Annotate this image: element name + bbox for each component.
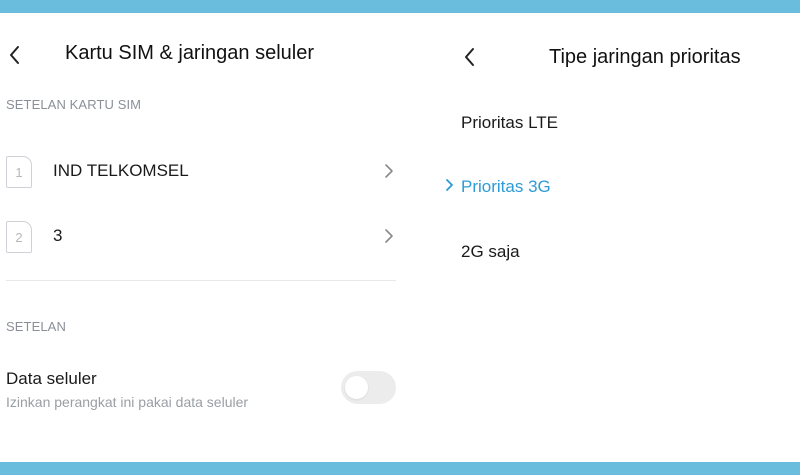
option-lte[interactable]: Prioritas LTE xyxy=(461,113,558,133)
toggle-knob xyxy=(345,376,368,399)
option-3g[interactable]: Prioritas 3G xyxy=(461,177,551,197)
back-button[interactable] xyxy=(457,42,481,72)
sim-name: IND TELKOMSEL xyxy=(53,161,189,180)
chevron-right-icon xyxy=(385,164,393,178)
sim-row-2[interactable]: 2 3 xyxy=(0,211,400,261)
chevron-right-icon xyxy=(446,179,453,191)
network-type-screen: Tipe jaringan prioritas Prioritas LTE Pr… xyxy=(400,13,800,462)
sim-settings-screen: Kartu SIM & jaringan seluler SETELAN KAR… xyxy=(0,13,400,462)
sim-row-1[interactable]: 1 IND TELKOMSEL xyxy=(0,146,400,196)
mobile-data-title: Data seluler xyxy=(6,369,97,388)
settings-section-header: SETELAN xyxy=(6,319,66,334)
mobile-data-subtitle: Izinkan perangkat ini pakai data seluler xyxy=(6,394,249,410)
page-title: Kartu SIM & jaringan seluler xyxy=(65,42,315,64)
option-2g[interactable]: 2G saja xyxy=(461,242,520,262)
sim-slot-icon: 1 xyxy=(6,156,32,188)
sim-slot-icon: 2 xyxy=(6,221,32,253)
chevron-left-icon xyxy=(465,48,474,66)
sim-section-header: SETELAN KARTU SIM xyxy=(6,97,142,112)
mobile-data-toggle[interactable] xyxy=(341,371,396,404)
sim-name: 3 xyxy=(53,226,63,245)
chevron-left-icon xyxy=(10,46,19,64)
divider xyxy=(6,280,396,281)
page-title: Tipe jaringan prioritas xyxy=(549,46,741,68)
screenshot-frame: Kartu SIM & jaringan seluler SETELAN KAR… xyxy=(0,13,800,462)
chevron-right-icon xyxy=(385,229,393,243)
back-button[interactable] xyxy=(2,40,26,70)
